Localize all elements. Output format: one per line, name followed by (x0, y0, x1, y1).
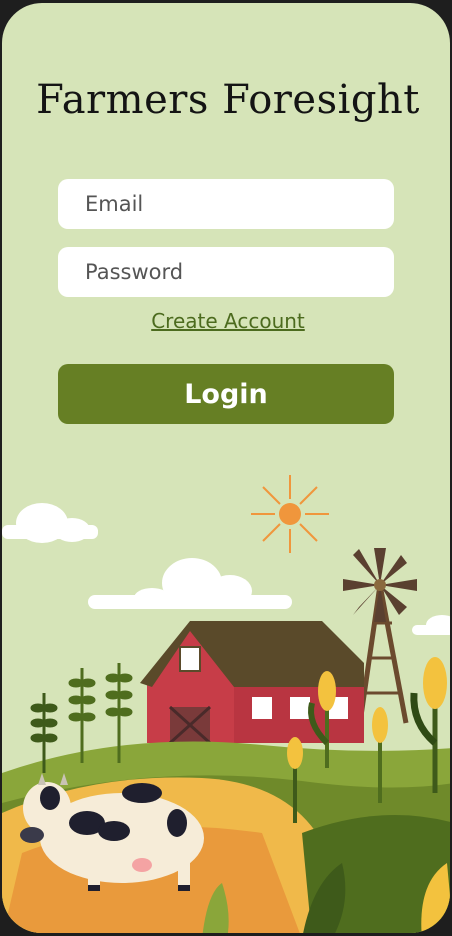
cloud-icon (88, 558, 292, 609)
cloud-icon (412, 615, 450, 635)
sun-icon (251, 475, 329, 553)
login-screen: Farmers Foresight Create Account Login (2, 3, 450, 933)
app-title: Farmers Foresight (36, 77, 420, 123)
email-field[interactable] (83, 191, 394, 217)
login-button[interactable]: Login (58, 364, 394, 424)
wheat-icon (68, 668, 96, 763)
create-account-link[interactable]: Create Account (2, 309, 450, 333)
farm-illustration (2, 475, 450, 933)
password-field-container[interactable] (58, 247, 394, 297)
cloud-icon (2, 503, 98, 543)
password-field[interactable] (83, 259, 394, 285)
email-field-container[interactable] (58, 179, 394, 229)
